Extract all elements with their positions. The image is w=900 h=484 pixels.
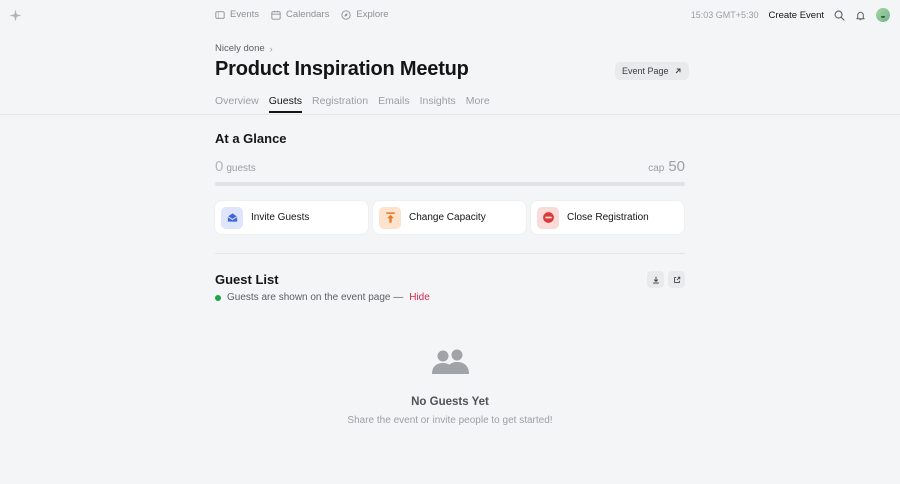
hide-guests-link[interactable]: Hide <box>409 292 430 303</box>
notifications-button[interactable] <box>855 10 866 21</box>
capacity-progress-bar <box>215 182 685 186</box>
open-external-button[interactable] <box>668 271 685 288</box>
guest-visibility-status: Guests are shown on the event page — Hid… <box>215 292 430 303</box>
change-capacity-label: Change Capacity <box>409 212 486 223</box>
close-registration-button[interactable]: Close Registration <box>531 201 684 234</box>
top-nav: Events Calendars Explore 15:03 GMT+5:30 … <box>0 0 900 30</box>
guest-count-unit: guests <box>226 163 256 174</box>
invite-guests-label: Invite Guests <box>251 212 310 223</box>
tab-guests[interactable]: Guests <box>268 95 303 113</box>
nav-events[interactable]: Events <box>215 9 259 20</box>
section-divider <box>215 253 685 254</box>
calendar-icon <box>271 10 281 20</box>
tabs-divider <box>0 114 900 115</box>
invite-guests-button[interactable]: Invite Guests <box>215 201 368 234</box>
bell-icon <box>856 11 865 20</box>
tab-registration[interactable]: Registration <box>312 95 368 112</box>
guest-list-tools <box>647 271 685 288</box>
capacity: cap 50 <box>648 158 685 175</box>
no-entry-icon <box>537 206 559 229</box>
empty-state-subtitle: Share the event or invite people to get … <box>347 415 553 426</box>
capacity-value: 50 <box>668 158 685 175</box>
people-icon <box>432 349 469 374</box>
tab-emails[interactable]: Emails <box>378 95 410 112</box>
external-link-icon <box>673 276 680 283</box>
tab-bar: Overview Guests Registration Emails Insi… <box>215 95 490 113</box>
arrow-up-right-icon <box>675 68 681 74</box>
download-button[interactable] <box>647 271 664 288</box>
visibility-text: Guests are shown on the event page — <box>227 292 404 303</box>
nav-links: Events Calendars Explore <box>215 9 389 20</box>
chevron-right-icon: › <box>269 43 273 54</box>
compass-icon <box>341 9 351 20</box>
tab-more[interactable]: More <box>466 95 490 112</box>
tab-overview[interactable]: Overview <box>215 95 259 112</box>
avatar[interactable] <box>876 8 890 22</box>
page-title: Product Inspiration Meetup <box>215 58 469 80</box>
nav-explore[interactable]: Explore <box>341 9 389 20</box>
breadcrumb[interactable]: Nicely done › <box>215 43 273 54</box>
guest-list-heading: Guest List <box>215 272 279 287</box>
guest-count: 0 guests <box>215 158 256 175</box>
quick-actions: Invite Guests Change Capacity Close Regi… <box>215 201 684 234</box>
breadcrumb-calendar[interactable]: Nicely done <box>215 43 265 54</box>
upload-arrow-icon <box>379 206 401 229</box>
nav-calendars[interactable]: Calendars <box>271 9 329 20</box>
close-registration-label: Close Registration <box>567 212 649 223</box>
tab-insights[interactable]: Insights <box>420 95 456 112</box>
empty-state-title: No Guests Yet <box>411 396 489 408</box>
nav-events-label: Events <box>230 9 260 20</box>
sparkle-logo-icon[interactable] <box>9 9 22 22</box>
ticket-icon <box>215 10 225 19</box>
at-a-glance-heading: At a Glance <box>215 131 287 146</box>
envelope-icon <box>221 206 243 229</box>
status-dot <box>215 294 221 301</box>
event-page-button[interactable]: Event Page <box>615 62 689 80</box>
download-icon <box>652 276 659 284</box>
create-event-link[interactable]: Create Event <box>769 10 824 21</box>
event-page-label: Event Page <box>622 66 669 76</box>
guest-count-value: 0 <box>215 158 224 175</box>
current-time: 15:03 GMT+5:30 <box>690 10 759 20</box>
nav-right: 15:03 GMT+5:30 Create Event <box>691 8 890 22</box>
search-button[interactable] <box>834 10 845 21</box>
search-icon <box>834 10 845 21</box>
nav-explore-label: Explore <box>356 9 389 20</box>
change-capacity-button[interactable]: Change Capacity <box>373 201 526 234</box>
capacity-label: cap <box>648 163 665 174</box>
nav-calendars-label: Calendars <box>286 9 330 20</box>
